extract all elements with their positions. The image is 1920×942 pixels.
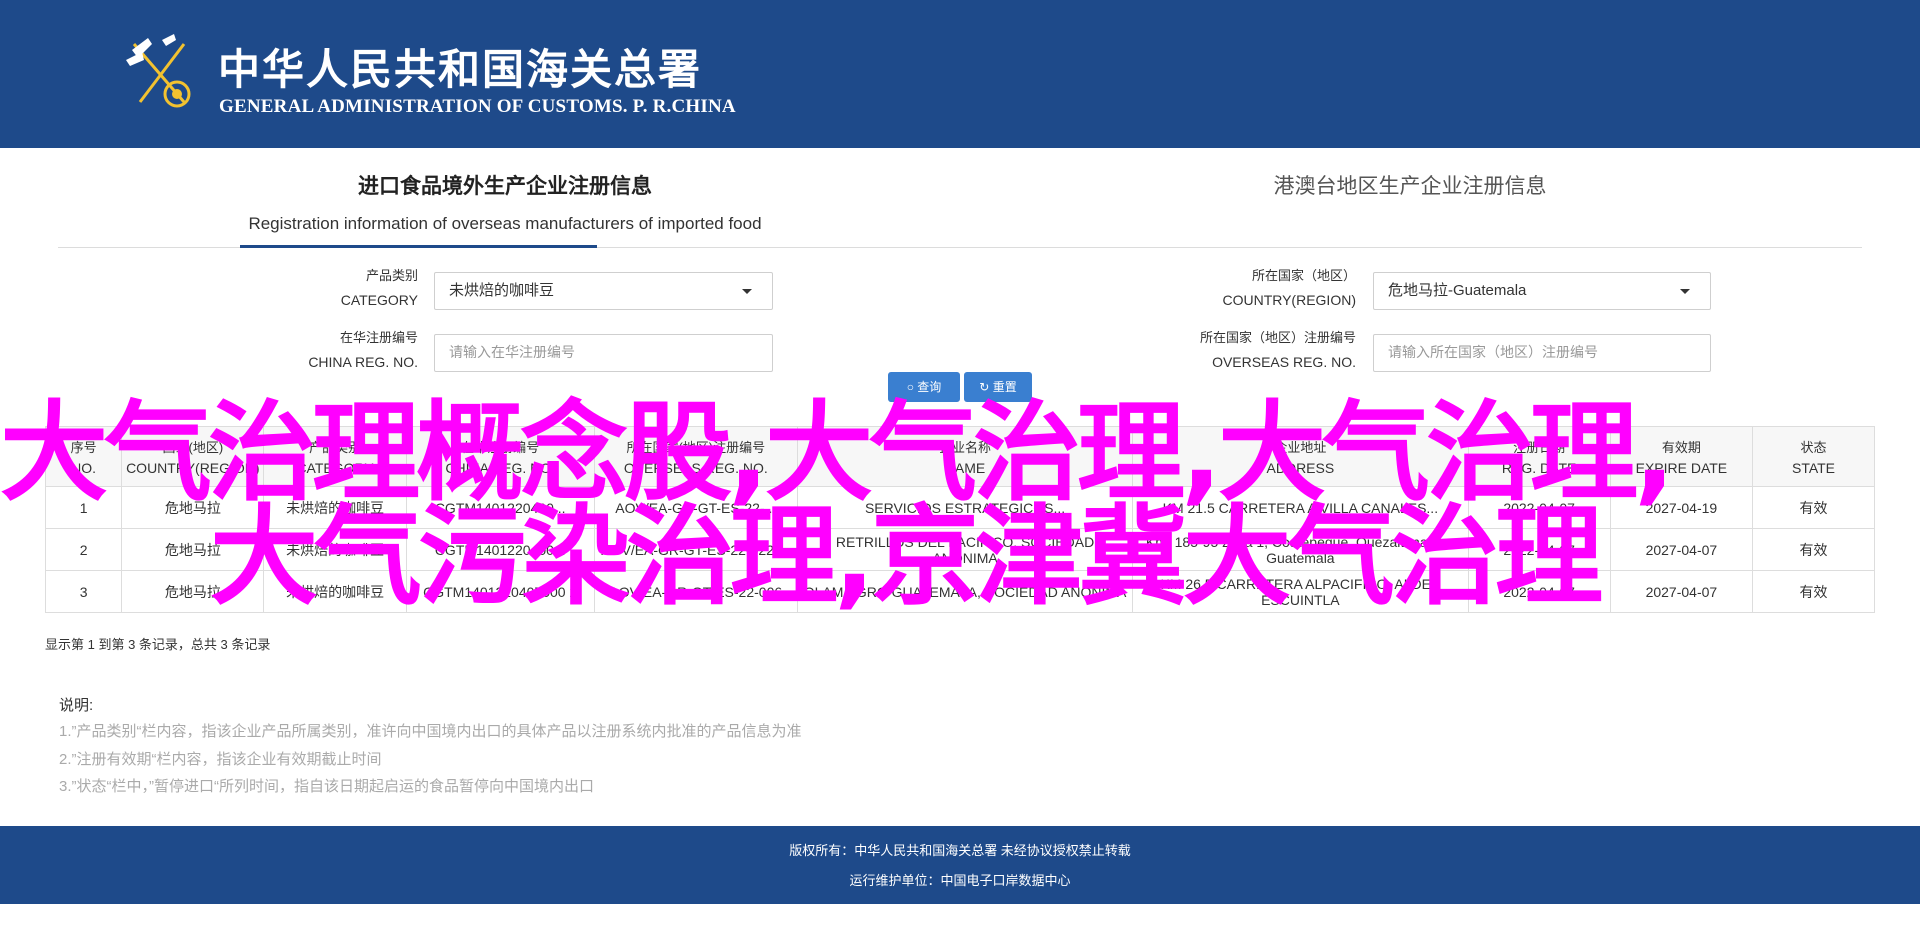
site-title-cn: 中华人民共和国海关总署 [218, 45, 703, 94]
table-row: 1 危地马拉 未烘焙的咖啡豆 CGTM1401220400... AOV/EA-… [44, 486, 1875, 529]
cell-reg-date: 2022-04-07 [1467, 570, 1611, 613]
cell-address: KM 26.5 CARRETERA ALPACIFICO, ALDEA ESCU… [1132, 570, 1469, 613]
country-select[interactable]: 危地马拉-Guatemala [1373, 272, 1711, 310]
category-label: 产品类别 CATEGORY [260, 264, 418, 312]
site-footer: 版权所有：中华人民共和国海关总署 未经协议授权禁止转载 运行维护单位：中国电子口… [0, 826, 1920, 904]
cell-reg-date: 2022-04-07 [1467, 528, 1611, 571]
cell-reg-date: 2022-04-07 [1467, 486, 1611, 529]
cell-overseas-reg: AOV/EA-GR-GT-ES-22-... [593, 486, 798, 529]
tab-label-en: Registration information of overseas man… [248, 214, 762, 233]
tab-active-indicator [240, 245, 597, 248]
refresh-icon: ↻ [979, 380, 990, 394]
col-header-country: 国家(地区) COUNTRY(REGION) [121, 426, 265, 487]
cell-no: 1 [44, 486, 123, 529]
country-select-value: 危地马拉-Guatemala [1388, 282, 1527, 299]
cell-name: SERVICIOS ESTRATEGICOS... [796, 486, 1134, 529]
col-header-overseas-reg: 所在国家(地区)注册编号 OVERSEAS REG. NO. [593, 426, 798, 487]
cell-china-reg: CGTM1401220400... [405, 486, 595, 529]
site-title-en: GENERAL ADMINISTRATION OF CUSTOMS. P. R.… [219, 96, 736, 117]
cell-no: 3 [44, 570, 123, 613]
category-label-cn: 产品类别 [365, 268, 418, 283]
reset-button-label: 重置 [992, 380, 1017, 394]
note-item: 2.”注册有效期“栏内容，指该企业有效期截止时间 [59, 751, 382, 768]
chevron-down-icon [1680, 289, 1690, 294]
china-reg-placeholder: 请输入在华注册编号 [449, 345, 575, 361]
tab-label-cn: 进口食品境外生产企业注册信息 [358, 173, 652, 198]
note-item: 1.”产品类别“栏内容，指该企业产品所属类别，准许向中国境内出口的具体产品以注册… [59, 723, 802, 740]
search-button-label: 查询 [917, 380, 942, 394]
cell-expire-date: 2027-04-07 [1609, 570, 1754, 613]
category-label-en: CATEGORY [340, 292, 418, 308]
table-header-row: 序号 NO. 国家(地区) COUNTRY(REGION) 产品类别 CATEGORY… [44, 426, 1875, 487]
cell-expire-date: 2027-04-19 [1609, 486, 1754, 529]
search-icon: ○ [906, 380, 914, 394]
col-header-name: 企业名称 NAME [796, 426, 1134, 487]
col-header-china-reg: 在华注册编号 CHINA REG. NO. [405, 426, 595, 487]
cell-name: RETRILLOS DEL PACIFICO, SOCIEDAD ANONIMA [796, 528, 1134, 571]
cell-category: 未烘焙的咖啡豆 [263, 528, 407, 571]
country-label: 所在国家（地区） COUNTRY(REGION) [1118, 264, 1356, 312]
cell-country: 危地马拉 [121, 486, 265, 529]
customs-emblem-icon [126, 34, 191, 108]
site-header: 中华人民共和国海关总署 GENERAL ADMINISTRATION OF CU… [0, 0, 1920, 148]
tab-overseas-manufacturers[interactable]: 进口食品境外生产企业注册信息 Registration information … [240, 170, 770, 234]
table-row: 2 危地马拉 未烘焙的咖啡豆 CGTM1401220400... AOV/EA-… [44, 528, 1875, 571]
footer-copyright: 版权所有：中华人民共和国海关总署 未经协议授权禁止转载 [789, 843, 1131, 858]
table-row: 3 危地马拉 未烘焙的咖啡豆 CGTM1401220407000 2 AOV/E… [44, 570, 1875, 613]
category-select-value: 未烘焙的咖啡豆 [449, 282, 555, 299]
chevron-down-icon [742, 289, 752, 294]
category-select[interactable]: 未烘焙的咖啡豆 [434, 272, 773, 310]
cell-expire-date: 2027-04-07 [1609, 528, 1754, 571]
cell-name: OLAM AGRO GUATEMALA, SOCIEDAD ANONIMA [796, 570, 1134, 613]
china-reg-label: 在华注册编号 CHINA REG. NO. [260, 326, 418, 374]
notes-title: 说明: [59, 697, 94, 714]
cell-overseas-reg: AOV/EA-GR-GT-ES-22-022-... [593, 528, 798, 571]
reset-button[interactable]: ↻ 重置 [964, 372, 1032, 402]
cell-category: 未烘焙的咖啡豆 [263, 570, 407, 613]
col-header-category: 产品类别 CATEGORY [263, 426, 407, 487]
china-reg-input[interactable]: 请输入在华注册编号 [434, 334, 773, 372]
cell-category: 未烘焙的咖啡豆 [263, 486, 407, 529]
cell-address: KM 21.5 CARRETERA A VILLA CANALES... [1132, 486, 1469, 529]
china-reg-label-cn: 在华注册编号 [339, 330, 418, 345]
cell-overseas-reg: AOV/EA-GR-GT-ES-22-006 [593, 570, 798, 613]
cell-no: 2 [44, 528, 123, 571]
overseas-reg-label-cn: 所在国家（地区）注册编号 [1199, 330, 1356, 345]
search-button[interactable]: ○ 查询 [888, 372, 960, 402]
cell-china-reg: CGTM1401220400... [405, 528, 595, 571]
cell-china-reg: CGTM1401220407000 2 [405, 570, 595, 613]
overseas-reg-label: 所在国家（地区）注册编号 OVERSEAS REG. NO. [1118, 326, 1356, 374]
cell-state: 有效 [1752, 528, 1875, 571]
overseas-reg-placeholder: 请输入所在国家（地区）注册编号 [1388, 345, 1598, 361]
overseas-reg-label-en: OVERSEAS REG. NO. [1212, 354, 1356, 370]
cell-state: 有效 [1752, 486, 1875, 529]
cell-country: 危地马拉 [121, 528, 265, 571]
col-header-address: 企业地址 ADDRESS [1132, 426, 1469, 487]
col-header-state: 状态 STATE [1752, 426, 1875, 487]
tab-label-cn: 港澳台地区生产企业注册信息 [1273, 174, 1547, 198]
cell-state: 有效 [1752, 570, 1875, 613]
col-header-expire-date: 有效期 EXPIRE DATE [1609, 426, 1754, 487]
col-header-no: 序号 NO. [44, 426, 123, 487]
pagination-summary: 显示第 1 到第 3 条记录，总共 3 条记录 [45, 637, 271, 652]
tab-hk-macao-taiwan[interactable]: 港澳台地区生产企业注册信息 [1140, 170, 1680, 200]
cell-country: 危地马拉 [121, 570, 265, 613]
note-item: 3.”状态“栏中，”暂停进口“所列时间，指自该日期起启运的食品暂停向中国境内出口 [59, 778, 594, 795]
country-label-cn: 所在国家（地区） [1251, 268, 1356, 283]
results-table: 序号 NO. 国家(地区) COUNTRY(REGION) 产品类别 CATEGORY… [44, 426, 1875, 613]
overseas-reg-input[interactable]: 请输入所在国家（地区）注册编号 [1373, 334, 1711, 372]
col-header-reg-date: 注册日期 REG. DATE [1467, 426, 1611, 487]
footer-maintainer: 运行维护单位：中国电子口岸数据中心 [849, 873, 1071, 888]
country-label-en: COUNTRY(REGION) [1222, 292, 1356, 308]
china-reg-label-en: CHINA REG. NO. [308, 354, 418, 370]
cell-address: Km. 185-95 zona 1, Coatepeque, Quezalten… [1132, 528, 1469, 571]
